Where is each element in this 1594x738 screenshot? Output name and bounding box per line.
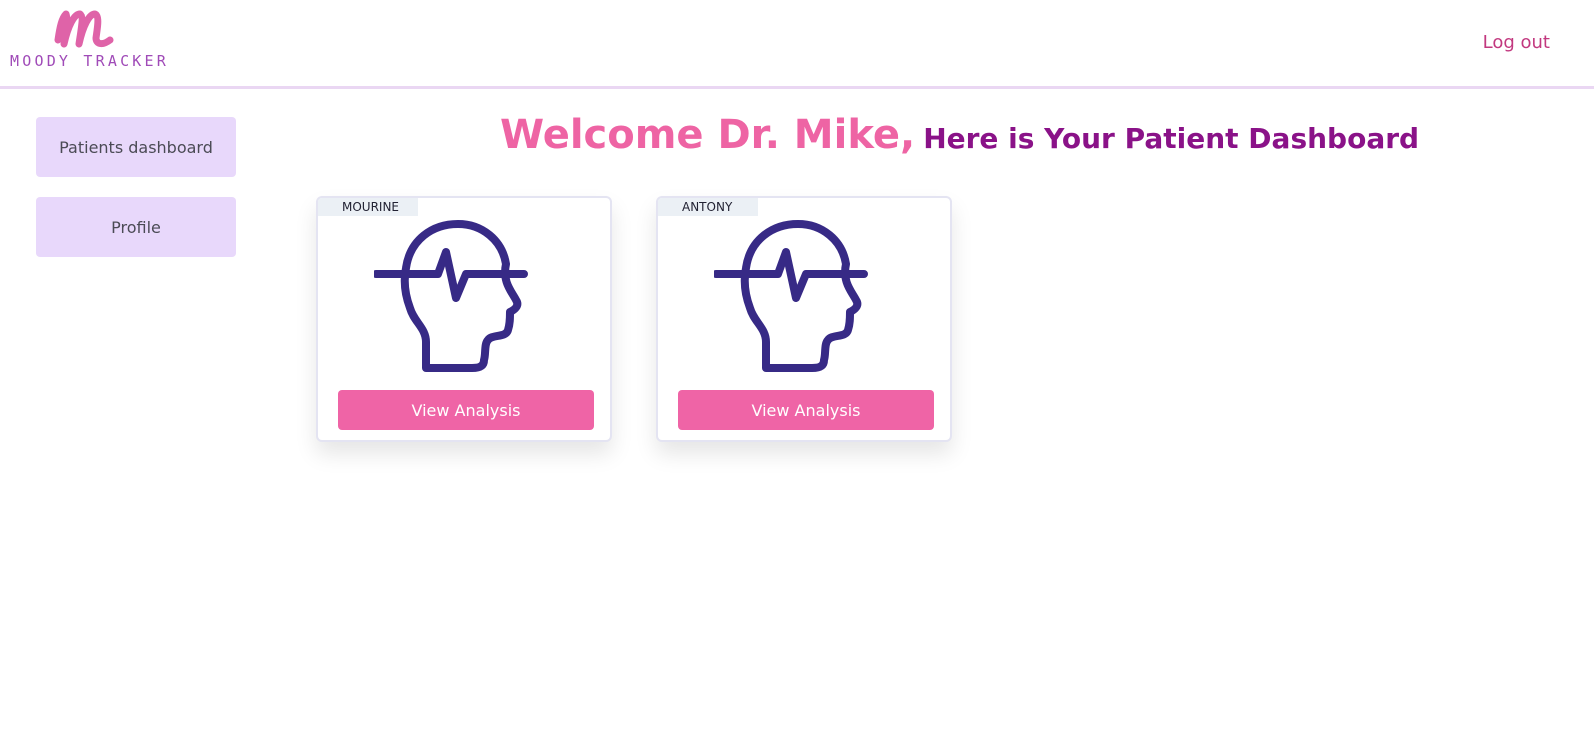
patient-card: ANTONY View Analysis <box>656 196 952 442</box>
head-pulse-icon <box>714 220 868 372</box>
logo[interactable]: MOODY TRACKER <box>10 4 166 70</box>
patient-card: MOURINE View Analysis <box>316 196 612 442</box>
view-analysis-button[interactable]: View Analysis <box>338 390 594 430</box>
logout-link[interactable]: Log out <box>1483 32 1550 53</box>
head-pulse-icon <box>374 220 528 372</box>
logo-m-icon <box>54 10 114 48</box>
sidebar-item-profile[interactable]: Profile <box>36 197 236 257</box>
view-analysis-button[interactable]: View Analysis <box>678 390 934 430</box>
sidebar-item-patients-dashboard[interactable]: Patients dashboard <box>36 117 236 177</box>
dashboard-subtitle: Here is Your Patient Dashboard <box>923 122 1420 155</box>
welcome-text: Welcome Dr. Mike, <box>500 112 916 158</box>
patient-name: MOURINE <box>318 198 418 216</box>
top-navbar: MOODY TRACKER Log out <box>0 0 1594 89</box>
page-title: Welcome Dr. Mike, Here is Your Patient Da… <box>500 112 1419 158</box>
logo-text: MOODY TRACKER <box>10 52 169 70</box>
patient-name: ANTONY <box>658 198 758 216</box>
sidebar: Patients dashboard Profile <box>36 117 236 277</box>
